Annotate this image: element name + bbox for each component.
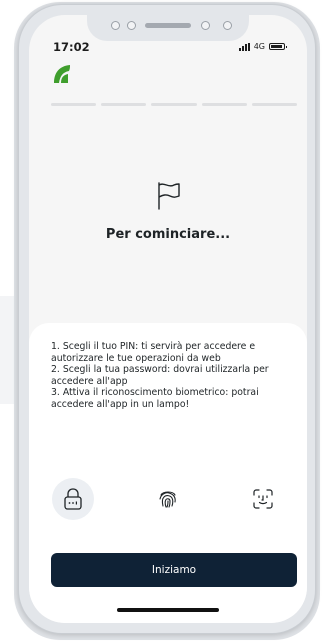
network-label: 4G xyxy=(253,42,265,51)
progress-segment xyxy=(201,103,247,106)
progress-segment xyxy=(151,103,197,106)
step-progress xyxy=(51,103,298,106)
face-id-icon xyxy=(253,489,273,509)
battery-icon xyxy=(269,43,287,50)
home-indicator[interactable] xyxy=(117,608,219,612)
progress-segment xyxy=(251,103,298,106)
info-card: 1. Scegli il tuo PIN: ti servirà per acc… xyxy=(29,323,307,623)
signal-icon xyxy=(238,42,250,51)
lock-method xyxy=(52,478,94,520)
phone-frame: 17:02 4G Per cominciare... 1. Scegli il … xyxy=(18,4,316,634)
sensor-ring xyxy=(127,21,136,30)
flag-icon xyxy=(158,182,180,210)
fingerprint-method xyxy=(147,478,189,520)
step-item: 1. Scegli il tuo PIN: ti servirà per acc… xyxy=(51,341,256,364)
page-title: Per cominciare... xyxy=(105,227,231,242)
lock-icon xyxy=(64,488,82,510)
progress-segment xyxy=(51,103,97,106)
device-notch xyxy=(87,15,249,41)
sensor-ring xyxy=(111,21,120,30)
status-indicators: 4G xyxy=(238,42,287,51)
speaker-grill xyxy=(145,23,191,28)
app-screen: 17:02 4G Per cominciare... 1. Scegli il … xyxy=(29,15,307,623)
sensor-ring xyxy=(201,21,210,30)
brand-logo-icon xyxy=(54,65,70,83)
fingerprint-icon xyxy=(159,491,176,508)
start-button[interactable]: Iniziamo xyxy=(51,553,297,587)
face-id-method xyxy=(242,478,284,520)
steps-list: 1. Scegli il tuo PIN: ti servirà per acc… xyxy=(51,341,291,410)
step-item: 2. Scegli la tua password: dovrai utiliz… xyxy=(51,364,269,387)
status-time: 17:02 xyxy=(53,40,90,54)
step-item: 3. Attiva il riconoscimento biometrico: … xyxy=(51,387,259,410)
security-methods xyxy=(29,478,307,520)
progress-segment xyxy=(101,103,147,106)
camera-icon xyxy=(223,21,232,30)
